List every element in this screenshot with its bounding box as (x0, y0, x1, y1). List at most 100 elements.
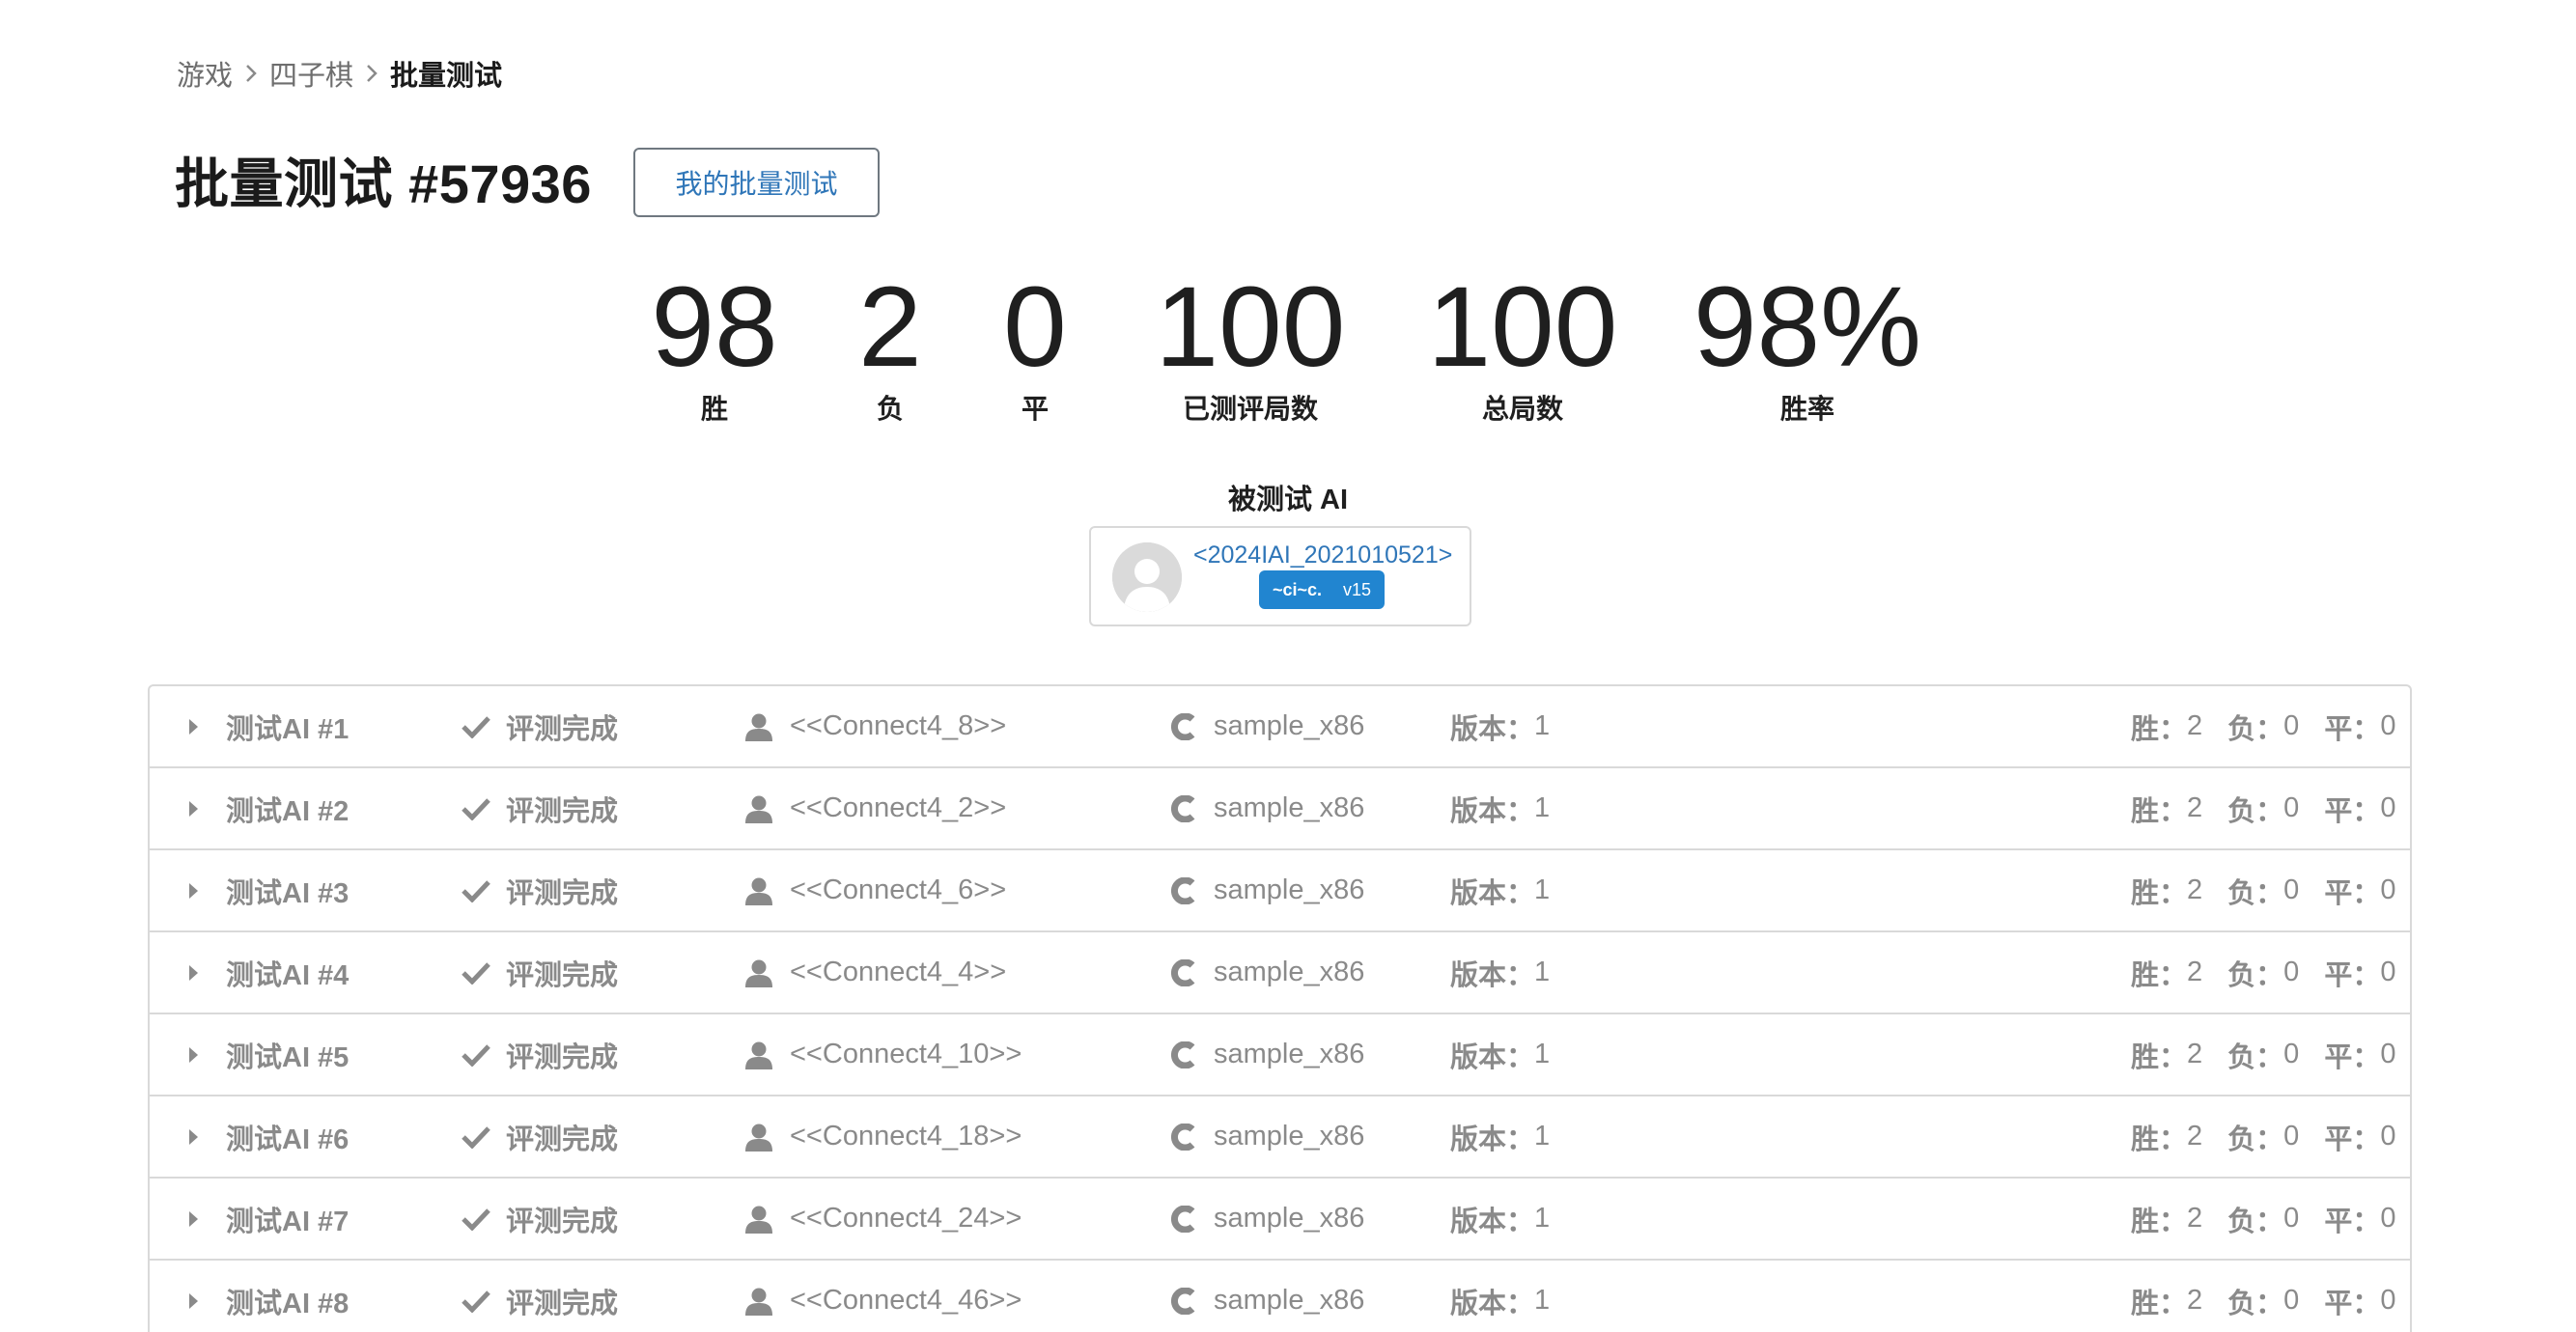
breadcrumb-connect4[interactable]: 四子棋 (269, 53, 353, 94)
stat-label: 负 (876, 394, 904, 424)
page-header: 批量测试 #57936 我的批量测试 (175, 141, 880, 219)
row-opponent-name[interactable]: <<Connect4_4>> (790, 957, 1006, 988)
row-opponent-name[interactable]: <<Connect4_2>> (790, 792, 1006, 824)
caret-right-icon[interactable] (188, 1261, 199, 1332)
caret-right-icon[interactable] (188, 686, 199, 766)
table-row[interactable]: 测试AI #8 评测完成 <<Connect4_46>> sample_x86 … (150, 1261, 2410, 1332)
tested-ai-name-link[interactable]: <2024IAI_2021010521> (1193, 541, 1452, 569)
table-row[interactable]: 测试AI #6 评测完成 <<Connect4_18>> sample_x86 … (150, 1096, 2410, 1179)
row-draw-value: 0 (2380, 710, 2396, 741)
table-row[interactable]: 测试AI #7 评测完成 <<Connect4_24>> sample_x86 … (150, 1179, 2410, 1261)
row-version: 版本： 1 (1450, 1014, 1550, 1095)
row-ai-label: 测试AI #6 (226, 1124, 350, 1155)
user-icon (745, 1288, 772, 1316)
row-win-label: 胜： (2131, 1041, 2188, 1073)
row-opponent-name[interactable]: <<Connect4_18>> (790, 1121, 1022, 1152)
row-lose-label: 负： (2227, 795, 2284, 827)
row-version-value: 1 (1534, 874, 1551, 905)
row-version-label: 版本： (1450, 1288, 1535, 1319)
row-opponent[interactable]: <<Connect4_4>> (745, 932, 1006, 1013)
row-opponent-name[interactable]: <<Connect4_24>> (790, 1203, 1022, 1235)
table-row[interactable]: 测试AI #3 评测完成 <<Connect4_6>> sample_x86 版… (150, 850, 2410, 932)
row-lose-value: 0 (2283, 1121, 2300, 1152)
caret-right-icon[interactable] (188, 1179, 199, 1259)
stat-value: 98 (651, 264, 778, 391)
row-opponent-name[interactable]: <<Connect4_6>> (790, 874, 1006, 906)
table-row[interactable]: 测试AI #5 评测完成 <<Connect4_10>> sample_x86 … (150, 1014, 2410, 1096)
row-language-text: sample_x86 (1214, 874, 1365, 905)
row-version-label: 版本： (1450, 1041, 1535, 1073)
caret-right-icon[interactable] (188, 1096, 199, 1177)
row-win-label: 胜： (2131, 959, 2188, 991)
row-opponent[interactable]: <<Connect4_18>> (745, 1096, 1022, 1177)
row-status-text: 评测完成 (506, 1206, 619, 1237)
my-batch-tests-button[interactable]: 我的批量测试 (633, 148, 880, 217)
row-ai-label: 测试AI #1 (226, 713, 350, 745)
caret-right-icon[interactable] (188, 768, 199, 848)
row-status-text: 评测完成 (506, 959, 619, 991)
row-lose-value: 0 (2283, 957, 2300, 987)
row-language-text: sample_x86 (1214, 710, 1365, 741)
c-language-icon (1171, 794, 1195, 822)
row-lose-label: 负： (2227, 713, 2284, 745)
checkmark-icon (462, 1043, 490, 1067)
row-language: sample_x86 (1171, 1014, 1364, 1095)
tested-ai-card[interactable]: <2024IAI_2021010521> ~ci~c. v15 (1089, 526, 1471, 626)
row-win-value: 2 (2187, 792, 2203, 823)
row-opponent[interactable]: <<Connect4_6>> (745, 850, 1006, 930)
row-status-text: 评测完成 (506, 1124, 619, 1155)
tested-ai-tag[interactable]: ~ci~c. v15 (1259, 570, 1386, 609)
caret-right-icon[interactable] (188, 1014, 199, 1095)
row-score: 胜： 2 负： 0 平： 0 (2131, 686, 2395, 766)
breadcrumb-batch-test: 批量测试 (390, 61, 503, 92)
row-opponent[interactable]: <<Connect4_46>> (745, 1261, 1022, 1332)
caret-right-icon[interactable] (188, 932, 199, 1013)
c-language-icon (1171, 1041, 1195, 1068)
row-lose-value: 0 (2283, 1203, 2300, 1234)
row-status-text: 评测完成 (506, 877, 619, 909)
user-icon (745, 959, 772, 987)
row-draw-value: 0 (2380, 792, 2396, 823)
tested-ai-heading: 被测试 AI (1227, 485, 1349, 515)
row-opponent[interactable]: <<Connect4_2>> (745, 768, 1006, 848)
table-row[interactable]: 测试AI #1 评测完成 <<Connect4_8>> sample_x86 版… (150, 686, 2410, 768)
row-version-value: 1 (1534, 957, 1551, 987)
row-ai-label: 测试AI #8 (226, 1288, 350, 1319)
row-opponent-name[interactable]: <<Connect4_10>> (790, 1039, 1022, 1070)
row-lose-value: 0 (2283, 710, 2300, 741)
row-status: 评测完成 (462, 1096, 618, 1177)
row-opponent-name[interactable]: <<Connect4_46>> (790, 1285, 1022, 1317)
row-lose-value: 0 (2283, 1285, 2300, 1316)
row-status-text: 评测完成 (506, 1041, 619, 1073)
table-row[interactable]: 测试AI #2 评测完成 <<Connect4_2>> sample_x86 版… (150, 768, 2410, 850)
stat-draws: 0 平 (987, 270, 1083, 427)
row-version: 版本： 1 (1450, 1261, 1550, 1332)
row-score: 胜： 2 负： 0 平： 0 (2131, 768, 2395, 848)
row-draw-label: 平： (2324, 795, 2381, 827)
row-win-value: 2 (2187, 710, 2203, 741)
c-language-icon (1171, 712, 1195, 740)
tag-version: v15 (1343, 579, 1372, 599)
row-opponent[interactable]: <<Connect4_10>> (745, 1014, 1022, 1095)
row-win-value: 2 (2187, 874, 2203, 905)
row-opponent[interactable]: <<Connect4_24>> (745, 1179, 1022, 1259)
table-row[interactable]: 测试AI #4 评测完成 <<Connect4_4>> sample_x86 版… (150, 932, 2410, 1014)
row-score: 胜： 2 负： 0 平： 0 (2131, 1261, 2395, 1332)
row-draw-value: 0 (2380, 957, 2396, 987)
stat-label: 平 (1021, 394, 1049, 424)
row-opponent-name[interactable]: <<Connect4_8>> (790, 710, 1006, 742)
row-draw-value: 0 (2380, 1285, 2396, 1316)
caret-right-icon[interactable] (188, 850, 199, 930)
row-version-label: 版本： (1450, 713, 1535, 745)
row-ai-label: 测试AI #3 (226, 877, 350, 909)
row-status: 评测完成 (462, 768, 618, 848)
row-status-text: 评测完成 (506, 795, 619, 827)
row-version-value: 1 (1534, 1285, 1551, 1316)
row-language: sample_x86 (1171, 850, 1364, 930)
stat-value: 0 (1003, 264, 1067, 391)
c-language-icon (1171, 958, 1195, 986)
row-opponent[interactable]: <<Connect4_8>> (745, 686, 1006, 766)
row-win-value: 2 (2187, 1121, 2203, 1152)
breadcrumb-games[interactable]: 游戏 (177, 53, 233, 94)
row-lose-label: 负： (2227, 959, 2284, 991)
